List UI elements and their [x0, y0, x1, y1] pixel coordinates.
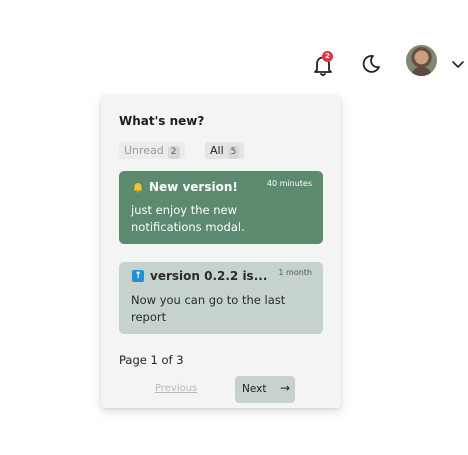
- notification-time: 40 minutes: [266, 179, 312, 188]
- notification-title: New version!: [132, 180, 238, 194]
- notification-body: just enjoy the new notifications modal.: [131, 203, 245, 234]
- up-arrow-icon: ↑: [132, 270, 144, 282]
- notification-count-badge: 2: [322, 51, 333, 62]
- notification-title-text: New version!: [149, 180, 238, 194]
- filter-all-tab[interactable]: All 5: [205, 142, 245, 159]
- arrow-right-icon: →: [280, 381, 291, 395]
- panel-title: What's new?: [119, 114, 205, 128]
- notifications-panel: What's new? Unread 2 All 5 New version! 40…: [101, 95, 341, 408]
- bell-emoji-icon: [133, 183, 143, 193]
- avatar-figure: [412, 67, 431, 76]
- notifications-bell-button[interactable]: 2: [311, 51, 337, 78]
- next-page-button[interactable]: Next →: [235, 376, 295, 403]
- notification-card[interactable]: New version! 40 minutes just enjoy the n…: [119, 171, 323, 244]
- filter-count: 2: [167, 146, 180, 159]
- filter-label: All: [210, 144, 224, 157]
- notification-title: ↑ version 0.2.2 is...: [132, 269, 272, 283]
- chevron-down-icon: [452, 61, 464, 68]
- next-label: Next: [242, 383, 267, 395]
- pagination-info: Page 1 of 3: [119, 353, 184, 367]
- theme-toggle-button[interactable]: [360, 53, 382, 75]
- notification-body: Now you can go to the last report: [131, 293, 286, 324]
- filter-count: 5: [227, 146, 240, 159]
- notification-title-text: version 0.2.2 is...: [150, 269, 268, 283]
- notification-time: 1 month: [278, 268, 312, 277]
- filter-label: Unread: [124, 144, 164, 157]
- previous-page-button[interactable]: Previous: [155, 383, 197, 394]
- account-menu-button[interactable]: [450, 56, 466, 70]
- user-avatar[interactable]: [406, 45, 437, 76]
- notification-card[interactable]: ↑ version 0.2.2 is... 1 month Now you ca…: [119, 262, 323, 334]
- moon-icon: [362, 55, 380, 73]
- filter-unread-tab[interactable]: Unread 2: [119, 142, 185, 159]
- top-bar: 2: [0, 0, 468, 90]
